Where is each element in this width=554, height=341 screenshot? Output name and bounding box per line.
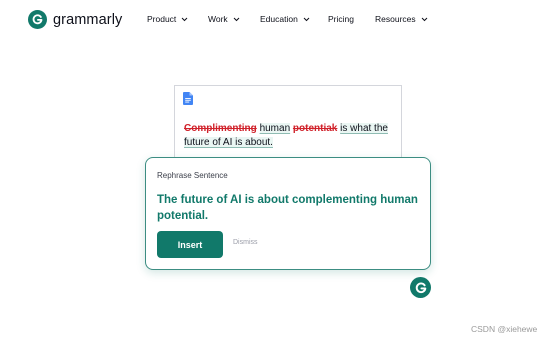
brand-name: grammarly <box>53 11 123 28</box>
chevron-down-icon <box>233 14 240 24</box>
nav-item-pricing[interactable]: Pricing <box>328 14 354 24</box>
google-docs-icon <box>183 92 193 110</box>
watermark-text: CSDN @xiehewe <box>471 324 538 334</box>
nav-item-education[interactable]: Education <box>260 14 310 24</box>
nav-item-label: Resources <box>375 14 416 24</box>
kept-word[interactable]: is what the <box>340 123 388 134</box>
grammarly-g-icon <box>415 282 426 293</box>
struck-word: potentiak <box>292 123 338 134</box>
kept-word[interactable]: human <box>259 123 291 134</box>
nav-item-product[interactable]: Product <box>147 14 188 24</box>
nav-item-label: Pricing <box>328 14 354 24</box>
document-text-line-1: Complimenting human potentiak is what th… <box>184 122 388 135</box>
nav-item-label: Product <box>147 14 177 24</box>
chevron-down-icon <box>303 14 310 24</box>
document-card: Complimenting human potentiak is what th… <box>174 85 402 165</box>
grammarly-widget-button[interactable] <box>410 277 431 298</box>
nav-item-work[interactable]: Work <box>208 14 240 24</box>
grammarly-logo[interactable]: grammarly <box>28 10 122 29</box>
suggested-sentence: The future of AI is about complementing … <box>157 194 418 222</box>
grammarly-g-icon <box>28 10 47 29</box>
top-nav: grammarly Product Work Education Pricing… <box>0 0 554 40</box>
chevron-down-icon <box>421 14 428 24</box>
dismiss-button[interactable]: Dismiss <box>233 239 258 246</box>
kept-phrase[interactable]: future of AI is about. <box>184 137 273 148</box>
struck-word: Complimenting <box>184 123 257 134</box>
nav-item-resources[interactable]: Resources <box>375 14 428 24</box>
suggestion-card: Rephrase Sentence The future of AI is ab… <box>145 157 431 270</box>
nav-item-label: Work <box>208 14 228 24</box>
insert-button[interactable]: Insert <box>157 231 223 258</box>
nav-item-label: Education <box>260 14 298 24</box>
chevron-down-icon <box>181 14 188 24</box>
document-text-line-2: future of AI is about. <box>184 136 273 149</box>
suggestion-title: Rephrase Sentence <box>157 171 228 180</box>
